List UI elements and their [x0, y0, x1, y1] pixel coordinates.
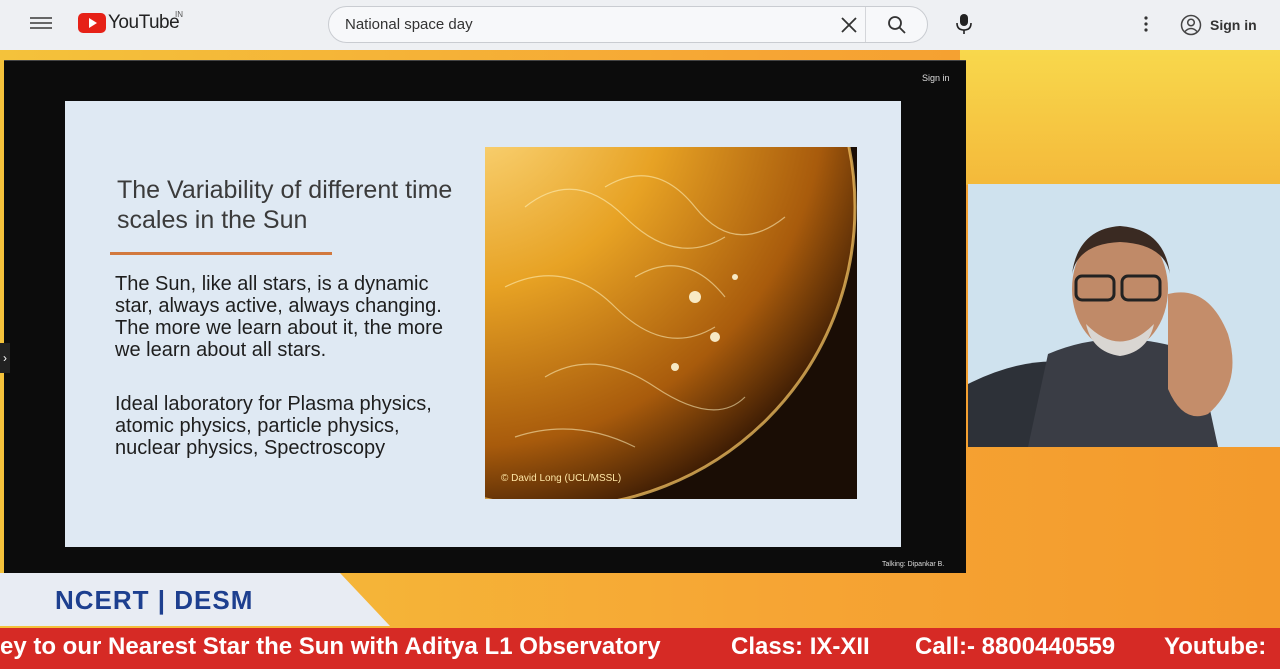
search-box [328, 6, 928, 43]
ticker-youtube: Youtube: [1164, 633, 1267, 660]
microphone-icon[interactable] [955, 13, 973, 35]
image-credit: © David Long (UCL/MSSL) [501, 473, 622, 484]
sign-in-button[interactable]: Sign in [1180, 10, 1257, 40]
more-options-icon[interactable] [1142, 14, 1150, 34]
ncert-desm-banner: NCERT | DESM [0, 573, 390, 626]
title-underline [110, 252, 332, 255]
ncert-desm-text: NCERT | DESM [55, 585, 254, 615]
talking-indicator: Talking: Dipankar B. [882, 561, 945, 568]
logo-text: YouTube [108, 12, 180, 33]
clear-search-icon[interactable] [839, 15, 859, 35]
slide-paragraph-1: The Sun, like all stars, is a dynamic st… [115, 273, 443, 361]
ticker-class: Class: IX-XII [731, 633, 870, 660]
presentation-slide: The Variability of different time scales… [65, 101, 901, 547]
sun-illustration [485, 147, 857, 499]
youtube-logo[interactable]: YouTube IN [78, 10, 183, 34]
sun-image: © David Long (UCL/MSSL) [485, 147, 857, 499]
slide-paragraph-2: Ideal laboratory for Plasma physics, ato… [115, 393, 432, 459]
stream-signin-text: Sign in [922, 73, 950, 83]
sign-in-label: Sign in [1210, 17, 1257, 33]
country-code: IN [175, 10, 183, 19]
presenter-illustration [968, 184, 1280, 447]
ticker-headline: ey to our Nearest Star the Sun with Adit… [0, 633, 661, 660]
hamburger-menu-icon[interactable] [30, 14, 52, 32]
expand-chevron-icon[interactable]: › [0, 343, 10, 373]
account-icon [1180, 14, 1202, 36]
search-input[interactable] [345, 16, 825, 33]
video-player[interactable]: Sign in The Variability of different tim… [0, 50, 1280, 669]
news-ticker: ey to our Nearest Star the Sun with Adit… [0, 628, 1280, 669]
youtube-header: YouTube IN Sign in [0, 0, 1280, 50]
slide-title: The Variability of different time scales… [117, 176, 453, 234]
youtube-play-icon [78, 13, 106, 33]
lecture-stream: Sign in The Variability of different tim… [4, 60, 966, 573]
search-icon [887, 15, 906, 34]
presenter-webcam [968, 184, 1280, 447]
search-button[interactable] [865, 7, 927, 42]
background-band [960, 50, 1280, 185]
ticker-call: Call:- 8800440559 [915, 633, 1116, 660]
